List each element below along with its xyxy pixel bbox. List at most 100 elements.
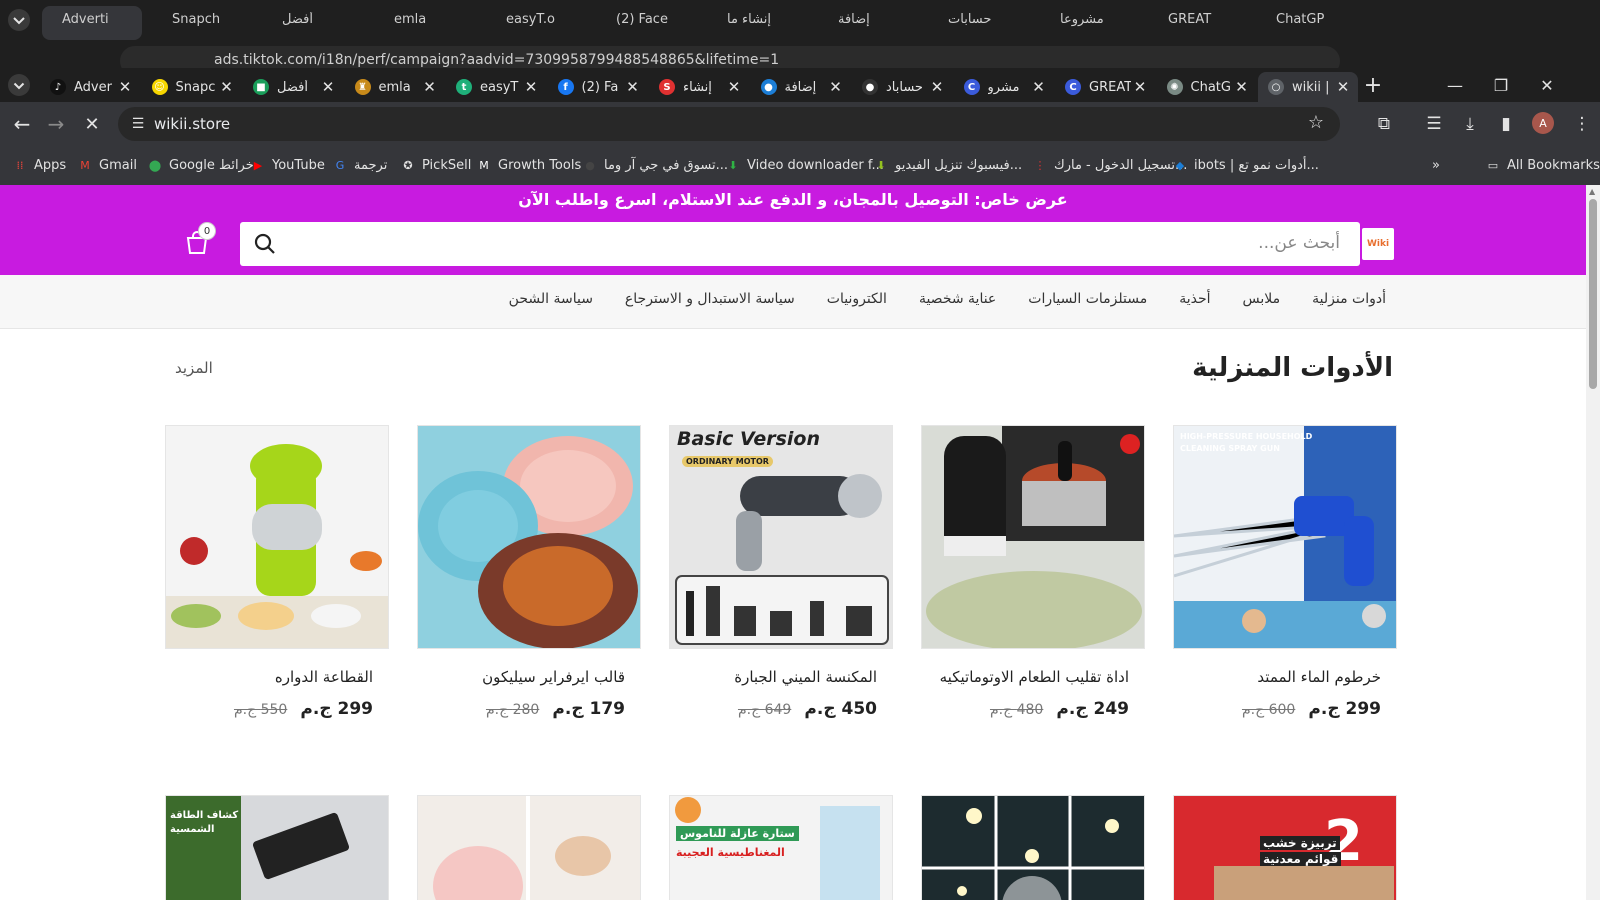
background-tab[interactable]: emla [394,12,474,27]
product-image[interactable]: Basic Version ORDINARY MOTOR [669,425,893,649]
minimize-button[interactable]: — [1432,68,1478,102]
bookmark-item[interactable]: ▶ YouTube [250,155,325,175]
product-name[interactable]: اداة تقليب الطعام الاوتوماتيكيه [921,665,1145,689]
address-bar[interactable]: ☰ wikii.store ☆ [118,107,1340,141]
tab-close-icon[interactable]: ✕ [319,78,337,96]
bookmark-item[interactable]: ⁞⁞ Apps [12,155,67,175]
category-link[interactable]: الكترونيات [827,291,887,307]
tab-close-icon[interactable]: ✕ [1030,78,1048,96]
category-link[interactable]: أحذية [1179,291,1210,307]
forward-button[interactable]: → [42,110,70,138]
stop-loading-button[interactable]: ✕ [78,110,106,138]
page-scrollbar[interactable]: ▲ [1586,185,1600,900]
browser-tab[interactable]: C مشرو ✕ [954,72,1054,102]
close-window-button[interactable]: ✕ [1524,68,1570,102]
category-link[interactable]: سياسة الشحن [509,291,593,307]
product-image[interactable]: ستارة عازلة للناموس المغناطيسية العجيبة [669,795,893,900]
profile-avatar[interactable]: A [1532,112,1554,134]
product-name[interactable]: القطاعة الدواره [165,665,389,689]
category-link[interactable]: أدوات منزلية [1312,291,1386,307]
tab-close-icon[interactable]: ✕ [725,78,743,96]
product-card[interactable]: Basic Version ORDINARY MOTOR المكنسة الم… [669,425,893,719]
product-image[interactable] [165,425,389,649]
bookmark-item[interactable]: ⬇ فيسبوك تنزيل الفيديو... [873,155,1022,175]
category-link[interactable]: عناية شخصية [919,291,996,307]
browser-tab[interactable]: ○ wikii | ✕ [1258,72,1358,102]
bookmark-item[interactable]: M Gmail [77,155,137,175]
product-image[interactable]: 2 تربيزة خشب قوائم معدنية [1173,795,1397,900]
product-name[interactable]: المكنسة الميني الجبارة [669,665,893,689]
more-bookmarks-button[interactable]: » [1432,155,1440,175]
browser-tab[interactable]: f (2) Fa ✕ [548,72,648,102]
product-name[interactable]: قالب ايرفراير سيليكون [417,665,641,689]
tab-close-icon[interactable]: ✕ [827,78,845,96]
product-image[interactable] [921,425,1145,649]
tab-close-icon[interactable]: ✕ [522,78,540,96]
product-image[interactable]: كشاف الطاقة الشمسية [165,795,389,900]
bookmark-item[interactable]: M Growth Tools [476,155,581,175]
background-tab[interactable]: Adverti [62,12,142,27]
site-settings-icon[interactable]: ☰ [128,114,148,134]
bookmark-star-icon[interactable]: ☆ [1308,112,1324,133]
more-link[interactable]: المزيد [175,359,213,377]
category-link[interactable]: سياسة الاستبدال و الاسترجاع [625,291,795,307]
background-tab[interactable]: easyT.o [506,12,586,27]
back-button[interactable]: ← [8,110,36,138]
category-link[interactable]: مستلزمات السيارات [1028,291,1147,307]
background-tab[interactable]: مشروعا [1060,12,1140,27]
tab-close-icon[interactable]: ✕ [624,78,642,96]
browser-tab[interactable]: C GREAT ✕ [1055,72,1155,102]
bookmark-item[interactable]: ✪ PickSell [400,155,471,175]
product-image[interactable]: HIGH-PRESSURE HOUSEHOLD CLEANING SPRAY G… [1173,425,1397,649]
site-logo[interactable]: Wiki [1362,228,1394,260]
bookmark-item[interactable]: ⋮ تسجيل الدخول - مارك... [1032,155,1188,175]
downloads-icon[interactable]: ⤓ [1458,112,1482,136]
tab-close-icon[interactable]: ✕ [116,78,134,96]
browser-tab[interactable]: ✺ ChatG ✕ [1157,72,1257,102]
bookmark-item[interactable]: ⬤ Google خرائط [147,155,254,175]
background-tab[interactable]: حسابات [948,12,1028,27]
bookmark-item[interactable]: ● تسوق في جي آر وما... [582,155,728,175]
scroll-up-icon[interactable]: ▲ [1589,187,1595,196]
product-image[interactable] [417,425,641,649]
background-tab[interactable]: إضافة [838,12,918,27]
browser-tab[interactable]: ♜ emla ✕ [345,72,445,102]
tab-close-icon[interactable]: ✕ [421,78,439,96]
tab-close-icon[interactable]: ✕ [218,78,236,96]
product-image[interactable] [417,795,641,900]
browser-tab[interactable]: ● حساباد ✕ [852,72,952,102]
product-card[interactable]: HIGH-PRESSURE HOUSEHOLD CLEANING SPRAY G… [1173,425,1397,719]
bookmark-item[interactable]: ⬇ Video downloader f... [725,155,884,175]
tab-close-icon[interactable]: ✕ [928,78,946,96]
product-card[interactable]: قالب ايرفراير سيليكون 179 ج.م 280 ج.م [417,425,641,719]
browser-tab[interactable]: ■ أفضل ✕ [243,72,343,102]
background-tab[interactable]: GREAT [1168,12,1248,27]
background-tab[interactable]: ChatGP [1276,12,1356,27]
search-input[interactable]: أبحث عن... [240,222,1360,266]
new-tab-button[interactable]: + [1350,68,1396,102]
background-tab[interactable]: (2) Face [616,12,696,27]
category-link[interactable]: ملابس [1243,291,1281,307]
product-name[interactable]: خرطوم الماء الممتد [1173,665,1397,689]
background-tab[interactable]: إنشاء ما [727,12,807,27]
browser-tab[interactable]: ☺ Snapc ✕ [142,72,242,102]
search-icon[interactable] [252,231,278,257]
product-card[interactable]: القطاعة الدواره 299 ج.م 550 ج.م [165,425,389,719]
side-panel-icon[interactable]: ▮ [1494,112,1518,136]
browser-tab[interactable]: ♪ Adver ✕ [40,72,140,102]
url-text[interactable]: wikii.store [154,115,230,133]
product-card[interactable]: اداة تقليب الطعام الاوتوماتيكيه 249 ج.م … [921,425,1145,719]
browser-tab[interactable]: t easyT ✕ [446,72,546,102]
bookmark-item[interactable]: ◆ ibots | أدوات نمو تع... [1172,155,1319,175]
bookmark-item[interactable]: G ترجمة [332,155,388,175]
browser-tab[interactable]: S إنشاء ✕ [649,72,749,102]
media-control-icon[interactable]: ☰ [1422,112,1446,136]
scroll-thumb[interactable] [1589,199,1597,389]
all-bookmarks-button[interactable]: ▭ All Bookmarks [1485,155,1600,175]
extensions-icon[interactable]: ⧉ [1372,112,1396,136]
tab-close-icon[interactable]: ✕ [1233,78,1251,96]
menu-dots-icon[interactable]: ⋮ [1570,112,1594,136]
tab-search-button[interactable] [0,68,38,102]
restore-button[interactable]: ❐ [1478,68,1524,102]
browser-tab[interactable]: ● إضافة ✕ [751,72,851,102]
